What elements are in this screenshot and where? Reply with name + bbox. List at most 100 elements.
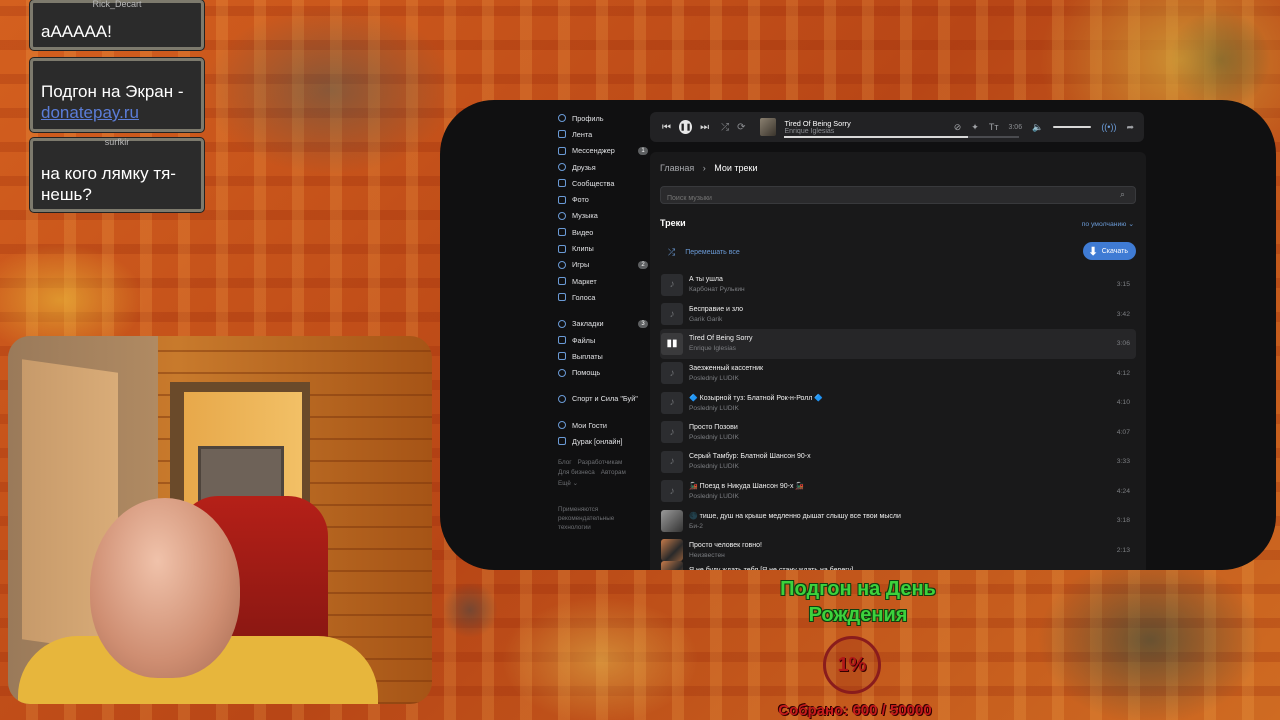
track-artist[interactable]: Posledniy LUDIK [689, 493, 804, 500]
track-time: 3:06 [1008, 123, 1023, 131]
previous-icon[interactable]: ⏮ [662, 122, 671, 133]
download-label: Скачать [1101, 247, 1128, 255]
next-icon[interactable]: ⏭ [700, 122, 709, 133]
sidebar-item[interactable]: Дурак [онлайн] [558, 433, 648, 449]
music-icon [558, 211, 566, 220]
sidebar-item[interactable]: Помощь [558, 364, 648, 380]
app-icon [558, 437, 566, 446]
shuffle-icon[interactable]: ⤮ [721, 122, 729, 133]
search-input[interactable] [661, 190, 1093, 207]
now-playing-artist[interactable]: Enrique Iglesias [784, 128, 953, 135]
music-content: Главная › Мои треки ⌕ Треки по умолчанию… [650, 152, 1146, 570]
sort-dropdown[interactable]: по умолчанию ⌄ [1082, 220, 1134, 228]
share-icon[interactable]: ➦ [1126, 122, 1134, 133]
track-duration: 4:24 [1116, 487, 1130, 495]
track-meta: Просто Позови Posledniy LUDIK [689, 424, 739, 441]
footer-link[interactable]: Разработчикам [578, 459, 623, 466]
track-row[interactable]: ♪ Просто Позови Posledniy LUDIK 4:07 [660, 418, 1136, 448]
pause-button[interactable]: ❚❚ [679, 120, 693, 134]
download-icon: ⬇ [1088, 245, 1098, 258]
progress-bar[interactable] [784, 136, 1020, 138]
track-row[interactable]: 🌑 тише, душ на крыше медленно дышат слыш… [660, 506, 1136, 536]
track-artist[interactable]: Posledniy LUDIK [689, 375, 763, 382]
track-row[interactable]: ♪ Заезженный кассетник Posledniy LUDIK 4:12 [660, 359, 1136, 389]
sidebar-item-label: Игры [572, 260, 590, 270]
dislike-icon[interactable]: ⊘ [954, 122, 962, 133]
text-size-icon[interactable]: Tт [989, 122, 999, 132]
equalizer-icon: ▮▮ [661, 332, 683, 355]
track-artist[interactable]: Enrique Iglesias [689, 345, 753, 352]
photo-icon [558, 195, 566, 204]
chat-link[interactable]: donatepay.ru [41, 103, 139, 122]
chat-message: Подгон на Экран - donatepay.ru [30, 58, 204, 132]
track-row[interactable]: ♪ А ты ушла Карбонат Рулькин 3:15 [660, 270, 1136, 300]
sidebar-item[interactable]: Профиль [558, 110, 648, 126]
breadcrumb: Главная › Мои треки [660, 163, 758, 173]
market-icon [558, 277, 566, 286]
track-row[interactable]: ▮▮ Tired Of Being Sorry Enrique Iglesias 3:… [660, 329, 1136, 359]
track-row[interactable]: ♪ 🚂 Поезд в Никуда Шансон 90-х 🚂 Posledniy… [660, 477, 1136, 507]
sidebar-item-label: Мои Гости [572, 420, 607, 430]
track-row[interactable]: Я не буду ждать тебя [Я не стану ждать н… [660, 561, 1136, 570]
broadcast-icon[interactable]: ((•)) [1101, 122, 1116, 132]
search-icon[interactable]: ⌕ [1120, 189, 1125, 200]
repeat-icon[interactable]: ⟳ [737, 122, 745, 133]
track-artist[interactable]: Карбонат Рулькин [689, 286, 745, 293]
track-meta: Tired Of Being Sorry Enrique Iglesias [689, 335, 753, 352]
track-meta: Заезженный кассетник Posledniy LUDIK [689, 365, 763, 382]
games-icon [558, 260, 566, 269]
sidebar-item[interactable]: Мои Гости [558, 417, 648, 433]
shuffle-all-button[interactable]: ⤮ Перемешать все [668, 247, 740, 258]
chat-text: на кого лямку тя-нешь? [41, 164, 176, 204]
track-artist[interactable]: Неизвестен [689, 552, 762, 559]
music-note-icon: ♪ [661, 391, 683, 414]
track-duration: 4:10 [1116, 399, 1130, 407]
sidebar-item-label: Помощь [572, 368, 601, 378]
track-artist[interactable]: Posledniy LUDIK [689, 405, 823, 412]
track-row[interactable]: ♪ Серый Тамбур: Блатной Шансон 90-х Posled… [660, 447, 1136, 477]
track-artist[interactable]: Posledniy LUDIK [689, 434, 739, 441]
footer-link[interactable]: Для бизнеса [558, 469, 595, 476]
sidebar-item-label: Выплаты [572, 351, 603, 361]
sidebar-item[interactable]: Выплаты [558, 348, 648, 364]
track-artist[interactable]: Posledniy LUDIK [689, 463, 811, 470]
track-row[interactable]: ♪ Бесправие и зло Garik Garik 3:42 [660, 300, 1136, 330]
sidebar-item[interactable]: Мессенджер 1 [558, 143, 648, 159]
sidebar-item[interactable]: Видео [558, 224, 648, 240]
download-button[interactable]: ⬇ Скачать [1082, 242, 1136, 260]
sidebar-item[interactable]: Спорт и Сила "Буй" [558, 391, 648, 407]
sidebar-item[interactable]: Голоса [558, 289, 648, 305]
chat-nick: Rick_Decart [92, 0, 142, 9]
volume-icon[interactable]: 🔈 [1032, 122, 1043, 133]
sidebar-item[interactable]: Клипы [558, 240, 648, 256]
footer-link[interactable]: Авторам [601, 469, 626, 476]
sidebar-item[interactable]: Закладки 3 [558, 316, 648, 332]
search-box: ⌕ [660, 186, 1136, 207]
guests-icon [558, 421, 566, 430]
sidebar-item[interactable]: Фото [558, 191, 648, 207]
sidebar-item[interactable]: Маркет [558, 273, 648, 289]
track-row[interactable]: ♪ 🔷 Козырной туз: Блатной Рок-н-Ролл 🔷 Pos… [660, 388, 1136, 418]
sidebar-item[interactable]: Игры 2 [558, 257, 648, 273]
footer-link[interactable]: Блог [558, 459, 572, 466]
user-icon [558, 114, 566, 123]
track-title: 🚂 Поезд в Никуда Шансон 90-х 🚂 [689, 483, 805, 491]
sidebar-item[interactable]: Музыка [558, 208, 648, 224]
track-title: А ты ушла [689, 276, 723, 284]
breadcrumb-home[interactable]: Главная [660, 163, 694, 173]
sidebar-item[interactable]: Сообщества [558, 175, 648, 191]
track-title: 🌑 тише, душ на крыше медленно дышат слыш… [689, 512, 901, 520]
chat-message: Rick_Decart аААААА! [30, 0, 204, 50]
sidebar-item[interactable]: Друзья [558, 159, 648, 175]
track-duration: 3:33 [1116, 458, 1130, 466]
sidebar-item[interactable]: Файлы [558, 332, 648, 348]
track-row[interactable]: Просто человек говно! Неизвестен 2:13 [660, 536, 1136, 566]
sidebar-item[interactable]: Лента [558, 126, 648, 142]
footer-link[interactable]: Ещё ⌄ [558, 480, 578, 487]
music-note-icon: ♪ [661, 421, 683, 444]
volume-slider[interactable] [1053, 126, 1092, 128]
track-artist[interactable]: Би-2 [689, 523, 901, 530]
sparkle-icon[interactable]: ✦ [971, 122, 979, 133]
track-artist[interactable]: Garik Garik [689, 316, 743, 323]
breadcrumb-separator: › [702, 163, 706, 173]
